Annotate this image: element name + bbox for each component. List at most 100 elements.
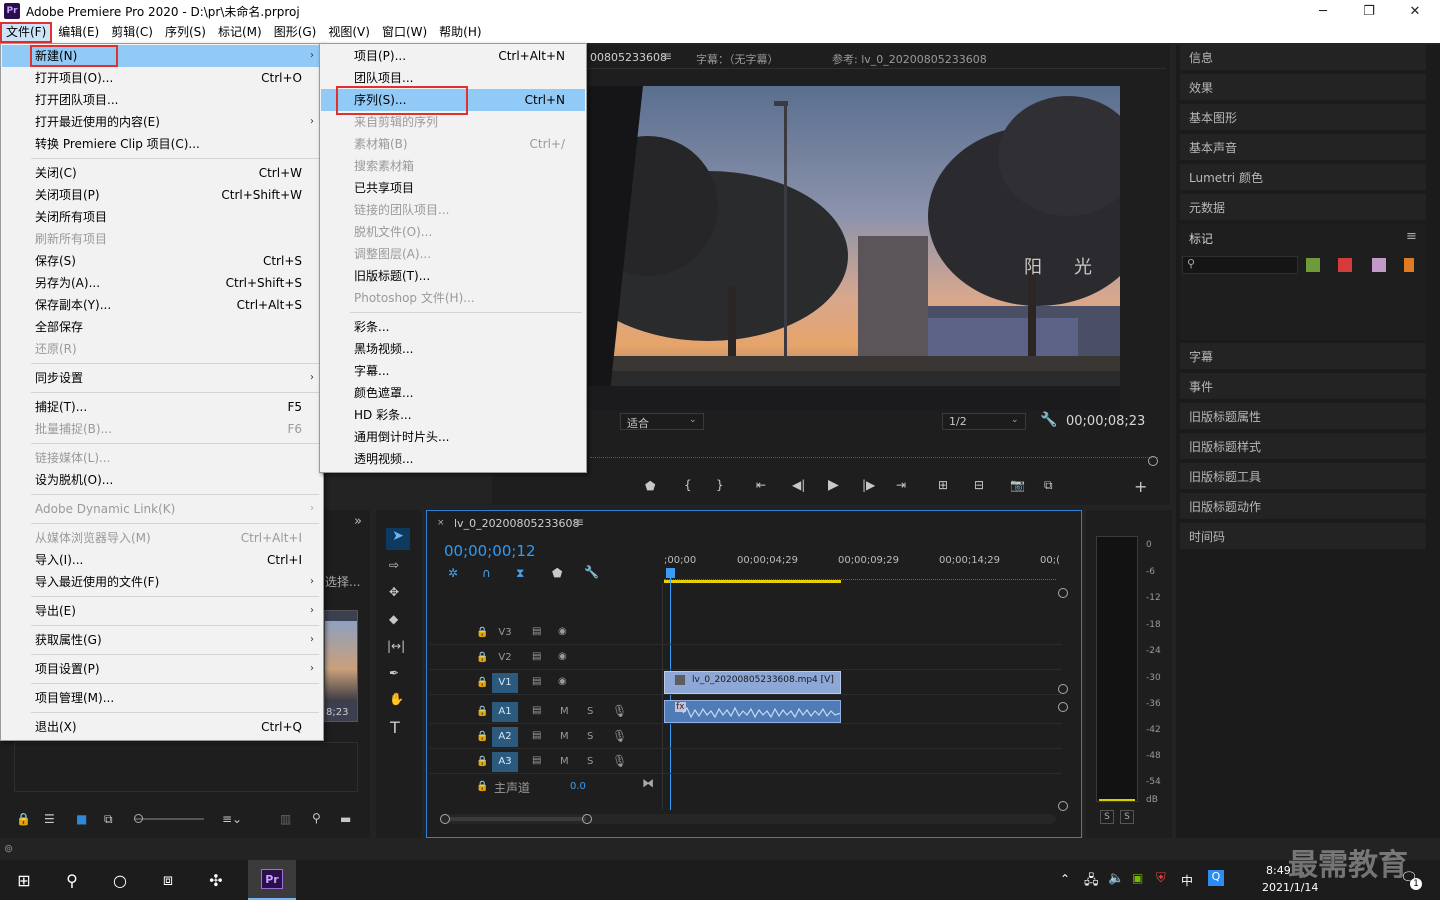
play-icon[interactable]: ▶ [828,477,839,493]
scrollbar-right-handle[interactable] [582,814,592,824]
panel-timecode[interactable]: 时间码 [1180,523,1426,551]
menu-window[interactable]: 窗口(W) [376,22,433,43]
export-frame-icon[interactable]: 📷 [1010,478,1025,492]
ripple-edit-tool[interactable]: ✥ [389,585,399,599]
qq-icon[interactable]: Q [1208,870,1224,886]
new_submenu-item[interactable]: 团队项目... [321,67,585,89]
panel-legacy-title-actions[interactable]: 旧版标题动作 [1180,493,1426,521]
video-clip[interactable]: lv_0_20200805233608.mp4 [V] [664,671,841,694]
timeline-marker-icon[interactable]: ⬟ [552,566,562,580]
file_menu-item[interactable]: 同步设置 › [2,367,322,389]
file_menu-item[interactable]: 保存(S) Ctrl+S [2,250,322,272]
slip-tool[interactable]: |↔| [387,639,405,653]
marker-color-orange[interactable] [1404,258,1414,272]
lock-icon[interactable]: 🔒 [476,677,488,688]
track-select-tool[interactable]: ⇨ [389,558,399,572]
timeline-timecode[interactable]: 00;00;00;12 [444,542,536,560]
file_menu-item[interactable]: 关闭项目(P) Ctrl+Shift+W [2,184,322,206]
new_submenu-item[interactable]: 字幕... [321,360,585,382]
menu-file[interactable]: 文件(F) [0,22,53,43]
lock-icon[interactable]: 🔒 [476,627,488,638]
file_menu-item[interactable]: 打开项目(O)... Ctrl+O [2,67,322,89]
freeform-view-icon[interactable]: ⧉ [104,812,113,827]
ime-indicator[interactable]: 中 [1181,872,1193,889]
eye-icon[interactable]: ◉ [558,651,567,662]
solo-button[interactable]: S [587,731,593,742]
lift-icon[interactable]: ⊞ [938,478,948,492]
playhead-handle[interactable] [666,568,675,578]
microphone-icon[interactable]: 🎙 [612,754,627,768]
new_submenu-item[interactable]: 项目(P)... Ctrl+Alt+N [321,45,585,67]
file_menu-item[interactable]: 另存为(A)... Ctrl+Shift+S [2,272,322,294]
file_menu-item[interactable]: 导入最近使用的文件(F) › [2,571,322,593]
linked-selection-icon[interactable]: ⧗ [516,566,524,581]
track-scroll-top-handle[interactable] [1058,588,1068,598]
file_menu-item[interactable]: 项目管理(M)... [2,687,322,709]
close-button[interactable]: ✕ [1392,0,1438,22]
menu-clip[interactable]: 剪辑(C) [105,22,159,43]
type-tool[interactable]: T [390,718,400,737]
file_menu-item[interactable]: 新建(N) › [2,45,322,67]
file_menu-item[interactable]: 退出(X) Ctrl+Q [2,716,322,738]
razor-tool[interactable]: ◆ [389,612,398,626]
sync-lock-icon[interactable]: ▤ [532,676,541,687]
add-button-icon[interactable]: + [1134,477,1147,496]
project-thumbnail[interactable]: 8;23 [324,610,358,722]
master-expand-icon[interactable]: ⧓ [642,776,654,790]
search-icon[interactable]: ⚲ [48,860,96,900]
pen-tool[interactable]: ✒ [389,666,399,680]
panel-captions[interactable]: 字幕 [1180,343,1426,371]
file_menu-item[interactable]: 转换 Premiere Clip 项目(C)... [2,133,322,155]
fit-dropdown[interactable]: 适合 ⌄ [620,413,704,430]
quality-dropdown[interactable]: 1/2 ⌄ [942,413,1026,430]
new-bin-icon[interactable]: ▬ [340,812,351,826]
file_menu-item[interactable]: 关闭所有项目 [2,206,322,228]
file_menu-item[interactable]: 捕捉(T)... F5 [2,396,322,418]
lock-icon[interactable]: 🔒 [476,731,488,742]
nvidia-icon[interactable]: ▣ [1132,871,1143,885]
chevron-up-icon[interactable]: ⌃ [1060,872,1070,886]
new_submenu-item[interactable]: 彩条... [321,316,585,338]
file_menu-item[interactable]: 保存副本(Y)... Ctrl+Alt+S [2,294,322,316]
marker-color-red[interactable] [1338,258,1352,272]
hand-tool[interactable]: ✋ [389,692,404,706]
track-scroll-mid-handle-1[interactable] [1058,684,1068,694]
new_submenu-item[interactable]: 旧版标题(T)... [321,265,585,287]
mute-button[interactable]: M [560,731,569,742]
track-label-v3[interactable]: V3 [492,623,518,643]
sync-lock-icon[interactable]: ▤ [532,651,541,662]
menu-edit[interactable]: 编辑(E) [52,22,105,43]
menu-graphics[interactable]: 图形(G) [268,22,323,43]
step-forward-icon[interactable]: |▶ [862,478,875,492]
program-timecode[interactable]: 00;00;08;23 [1066,414,1145,429]
panel-legacy-title-properties[interactable]: 旧版标题属性 [1180,403,1426,431]
track-label-a3[interactable]: A3 [492,752,518,772]
file_menu-item[interactable]: 获取属性(G) › [2,629,322,651]
panel-legacy-title-styles[interactable]: 旧版标题样式 [1180,433,1426,461]
monitor-ruler-end-handle[interactable] [1148,456,1158,466]
new_submenu-item[interactable]: 黑场视频... [321,338,585,360]
file_menu-item[interactable]: 设为脱机(O)... [2,469,322,491]
timeline-ruler[interactable] [664,570,1056,580]
sort-icon[interactable]: ≡⌄ [222,812,242,826]
menu-view[interactable]: 视图(V) [322,22,376,43]
task-view-icon[interactable]: ⧈ [144,860,192,900]
panel-legacy-title-tools[interactable]: 旧版标题工具 [1180,463,1426,491]
timeline-horizontal-scrollbar[interactable] [440,814,1056,824]
panel-lumetri-color[interactable]: Lumetri 颜色 [1180,164,1426,192]
panel-effects[interactable]: 效果 [1180,74,1426,102]
file_menu-item[interactable]: 导入(I)... Ctrl+I [2,549,322,571]
microphone-icon[interactable]: 🎙 [612,704,627,718]
caption-label[interactable]: 字幕：（无字幕） [696,51,779,67]
track-label-v1[interactable]: V1 [492,673,518,693]
new_submenu-item[interactable]: 颜色遮罩... [321,382,585,404]
mute-button[interactable]: M [560,756,569,767]
scrollbar-thumb[interactable] [450,817,586,821]
cortana-icon[interactable]: ○ [96,860,144,900]
monitor-tab-menu-icon[interactable]: ≡ [662,49,672,63]
lock-icon[interactable]: 🔒 [16,812,31,826]
pinwheel-app-icon[interactable]: ✣ [192,860,240,900]
maximize-button[interactable]: ❐ [1346,0,1392,22]
track-label-a2[interactable]: A2 [492,727,518,747]
nest-toggle-icon[interactable]: ✲ [448,566,458,580]
